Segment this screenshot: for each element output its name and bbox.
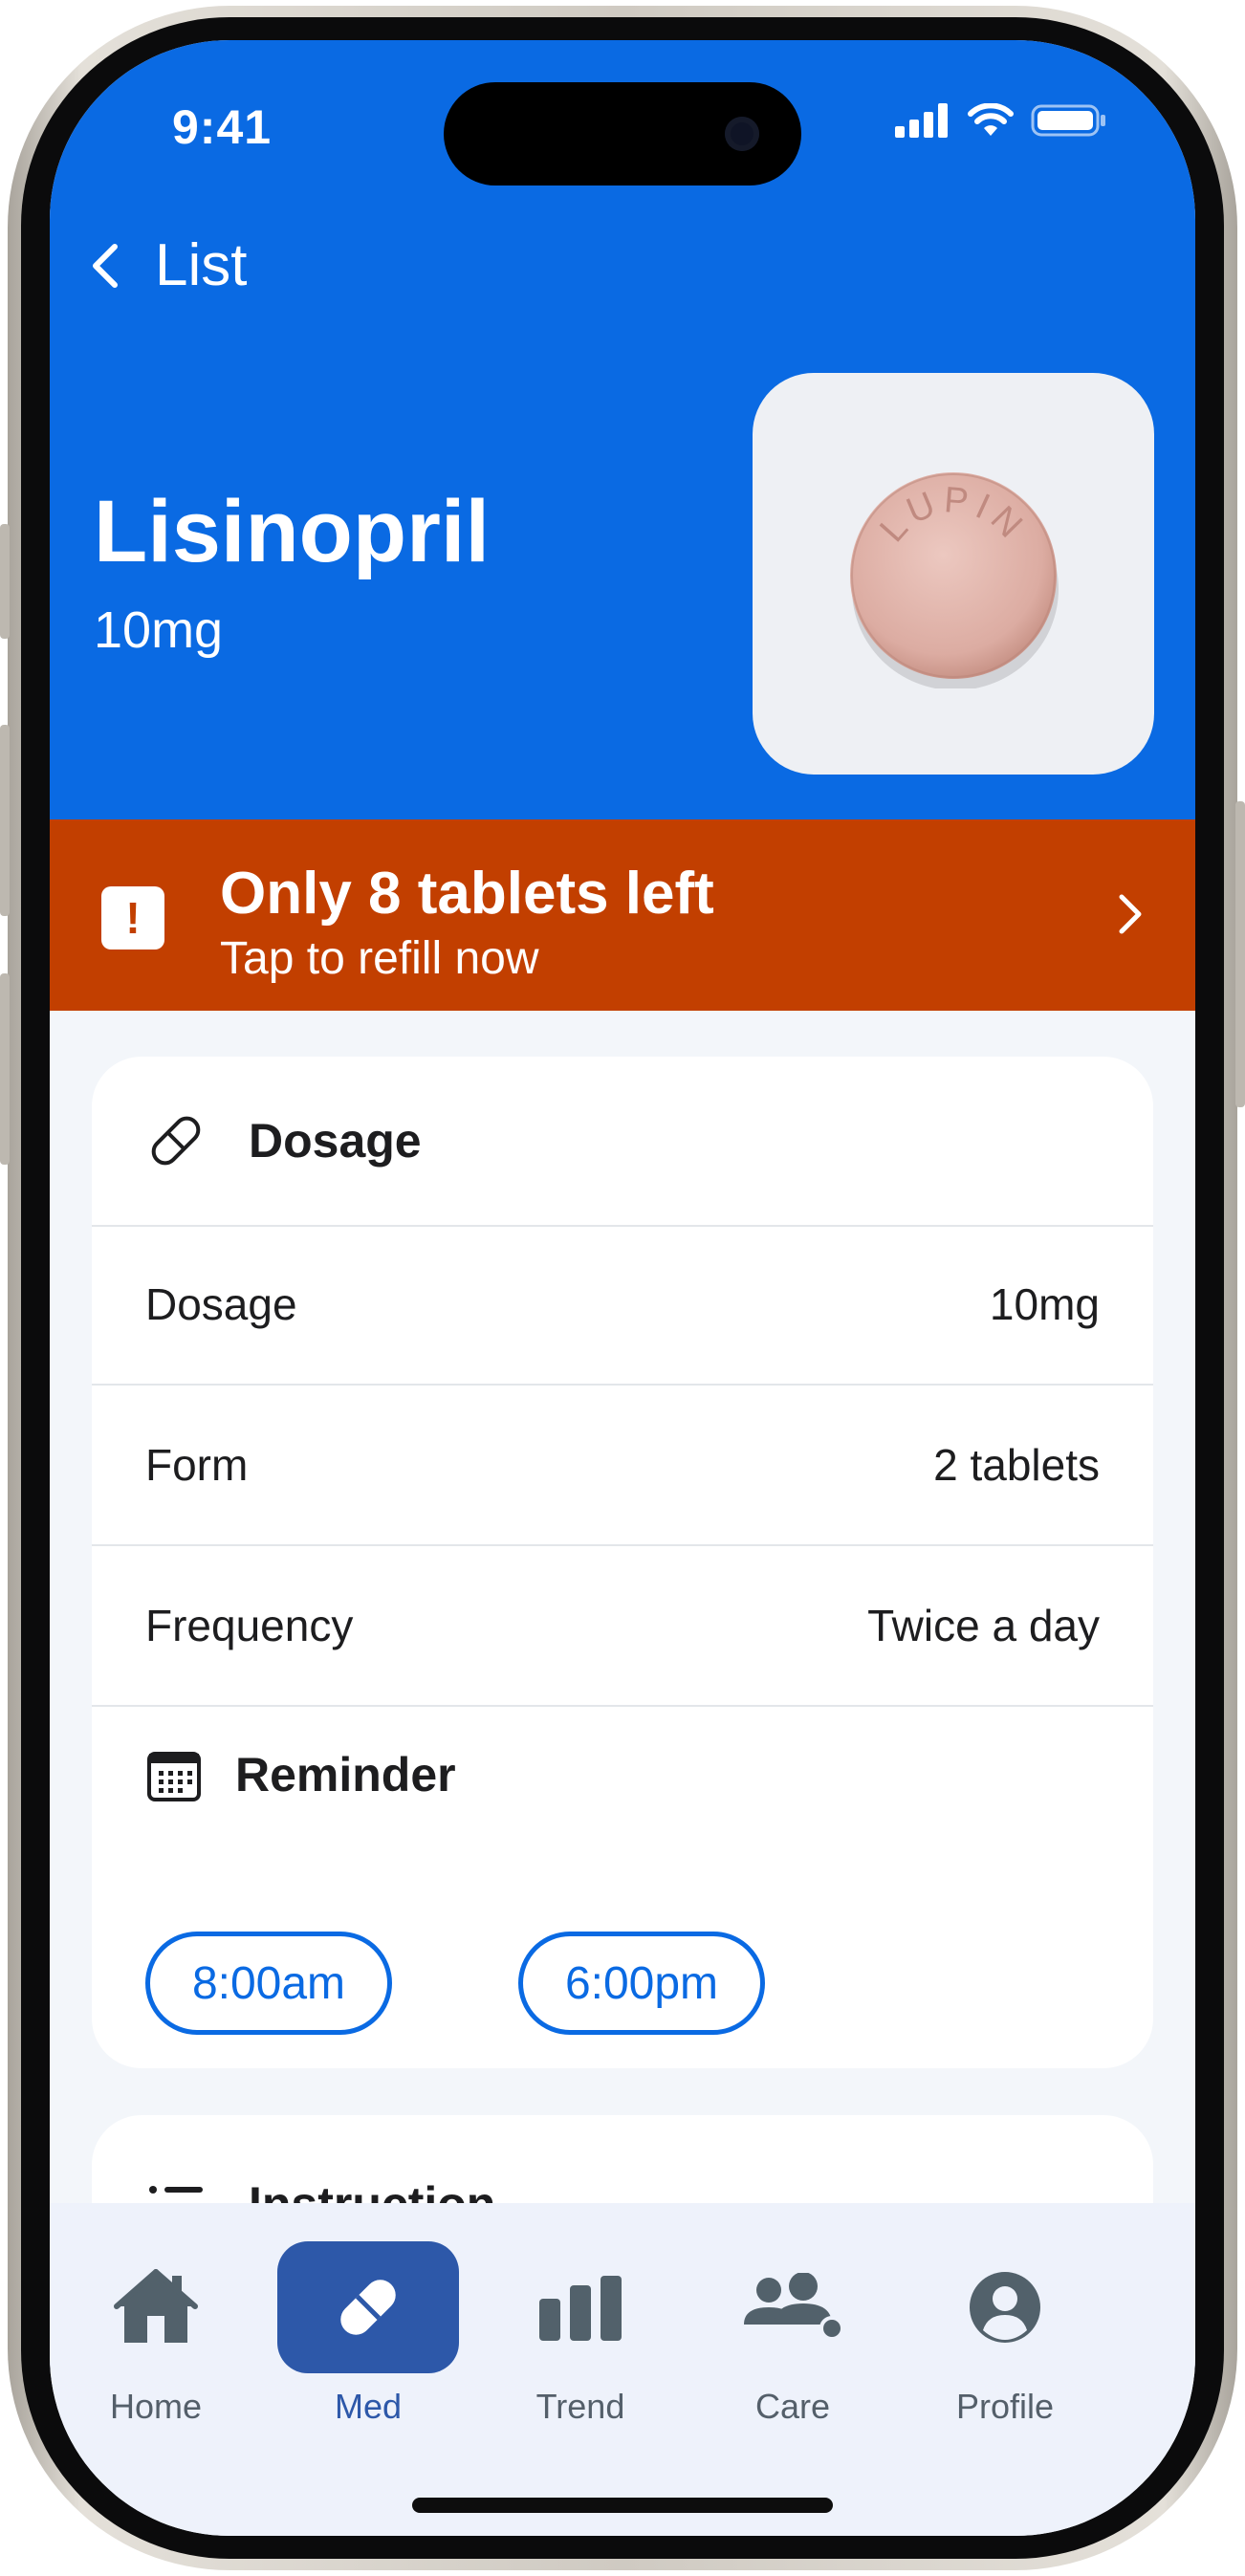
- tab-label: Care: [754, 2387, 831, 2426]
- people-icon: [744, 2273, 844, 2341]
- status-icons: [895, 103, 1107, 138]
- reminder-title: Reminder: [235, 1748, 456, 1801]
- tab-care[interactable]: Care: [687, 2203, 899, 2452]
- bar-chart-icon: [539, 2276, 622, 2341]
- reminder-time-chip[interactable]: 8:00am: [145, 1932, 392, 2035]
- tab-label: Trend: [535, 2387, 625, 2426]
- pill-image: LUPIN: [753, 373, 1154, 775]
- frequency-row: Frequency Twice a day: [92, 1546, 1153, 1707]
- exclamation-icon: !: [101, 886, 164, 950]
- tab-med[interactable]: Med: [262, 2203, 474, 2452]
- screen: 9:41 List Lisinopril 10mg LUPIN ! Only 8…: [50, 40, 1195, 2536]
- dynamic-island: [444, 82, 801, 186]
- pill-icon: [340, 2280, 396, 2335]
- action-button: [0, 524, 10, 639]
- tab-profile[interactable]: Profile: [899, 2203, 1111, 2452]
- row-value: 2 tablets: [933, 1440, 1100, 1490]
- wifi-icon: [968, 103, 1014, 136]
- back-button[interactable]: List: [88, 231, 247, 299]
- tab-home[interactable]: Home: [50, 2203, 262, 2452]
- dosage-card-header: Dosage: [92, 1057, 1153, 1227]
- calendar-icon: [147, 1752, 201, 1801]
- battery-icon: [1031, 104, 1105, 137]
- row-label: Dosage: [145, 1279, 297, 1329]
- dosage-card: Dosage Dosage 10mg Form 2 tablets Freque…: [92, 1057, 1153, 2068]
- row-label: Form: [145, 1440, 249, 1490]
- reminder-header: Reminder: [92, 1703, 1153, 1846]
- cellular-signal-icon: [895, 103, 948, 138]
- house-icon: [114, 2269, 198, 2343]
- row-value: 10mg: [989, 1279, 1100, 1329]
- medication-strength: 10mg: [94, 601, 224, 659]
- dosage-card-title: Dosage: [249, 1114, 422, 1168]
- alert-subtitle: Tap to refill now: [220, 933, 539, 984]
- row-value: Twice a day: [867, 1601, 1100, 1650]
- row-label: Frequency: [145, 1601, 354, 1650]
- reminder-time-chip[interactable]: 6:00pm: [518, 1932, 765, 2035]
- tab-label: Profile: [955, 2387, 1055, 2426]
- volume-down-button: [0, 973, 10, 1165]
- front-camera: [725, 117, 759, 151]
- home-indicator[interactable]: [412, 2498, 833, 2513]
- back-label: List: [155, 232, 248, 298]
- chevron-right-icon: [1102, 881, 1159, 948]
- person-circle-icon: [970, 2272, 1040, 2343]
- tab-label: Med: [334, 2387, 403, 2426]
- power-button: [1235, 801, 1245, 1107]
- refill-alert-banner[interactable]: ! Only 8 tablets left Tap to refill now: [50, 819, 1195, 1011]
- form-row: Form 2 tablets: [92, 1386, 1153, 1546]
- pill-photo: LUPIN: [850, 472, 1059, 688]
- chevron-left-icon: [88, 232, 145, 299]
- tab-trend[interactable]: Trend: [474, 2203, 687, 2452]
- alert-title: Only 8 tablets left: [220, 861, 714, 927]
- tab-label: Home: [109, 2387, 203, 2426]
- medication-header: 9:41 List Lisinopril 10mg LUPIN: [50, 40, 1195, 819]
- dosage-row: Dosage 10mg: [92, 1225, 1153, 1386]
- status-time: 9:41: [172, 100, 273, 154]
- tab-bar: Home Med Trend Care Profile: [50, 2203, 1195, 2536]
- volume-up-button: [0, 725, 10, 916]
- pill-icon: [151, 1116, 201, 1166]
- medication-name: Lisinopril: [94, 483, 490, 580]
